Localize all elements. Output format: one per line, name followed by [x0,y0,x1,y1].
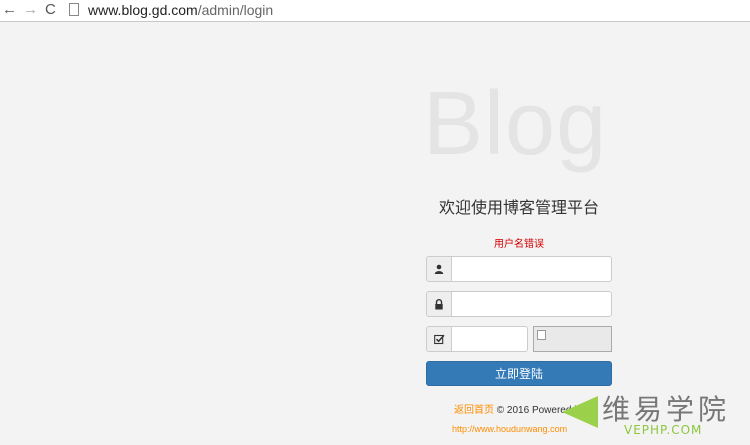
captcha-input[interactable] [451,326,528,352]
captcha-image[interactable] [533,326,612,352]
forward-arrow-icon[interactable]: → [23,2,38,18]
lock-icon [426,291,452,317]
watermark-logo: 维易学院 VEPHP.COM [560,384,750,445]
blog-hero-word: Blog [423,74,608,174]
browser-address-bar: ← → C www.blog.gd.com/admin/login [0,0,750,22]
username-group [426,256,612,282]
checkbox-icon [426,326,452,352]
watermark-chinese: 维易学院 [602,393,731,426]
error-message: 用户名错误 [494,239,544,250]
reload-icon[interactable]: C [45,2,56,18]
page-icon [69,3,79,16]
login-button[interactable]: 立即登陆 [426,361,612,386]
password-group [426,291,612,317]
powered-by-link[interactable]: http://www.houdunwang.com [452,424,567,434]
watermark-english: VEPHP.COM [624,423,703,437]
captcha-group [426,326,528,352]
url-path: /admin/login [197,2,274,18]
back-home-link[interactable]: 返回首页 [454,405,494,416]
broken-image-icon [537,330,546,340]
password-input[interactable] [451,291,612,317]
user-icon [426,256,452,282]
page-title: 欢迎使用博客管理平台 [438,200,599,217]
back-arrow-icon[interactable]: ← [2,2,17,18]
url-field[interactable]: www.blog.gd.com/admin/login [88,2,273,19]
url-host: www.blog.gd.com [88,2,198,18]
username-input[interactable] [451,256,612,282]
watermark-arrow-icon [562,396,598,428]
